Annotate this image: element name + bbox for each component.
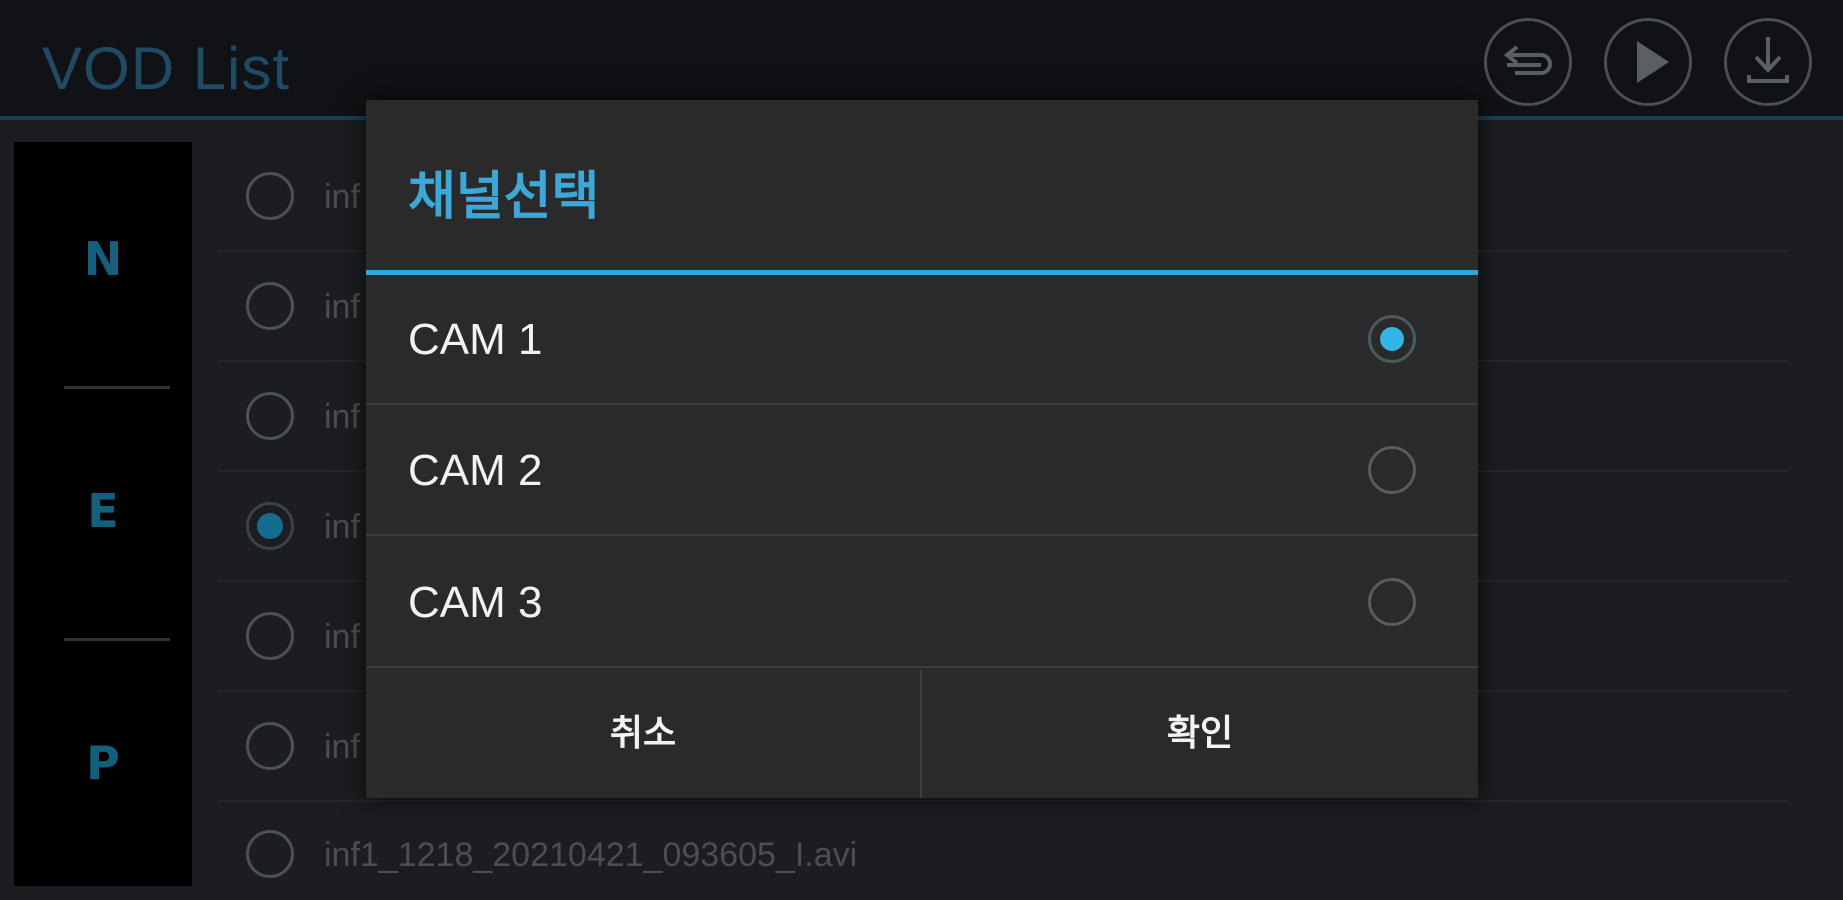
list-item-filename: inf <box>324 618 360 656</box>
list-item[interactable]: inf1_1218_20210421_093605_I.avi <box>218 798 1788 900</box>
return-button[interactable] <box>1484 18 1572 106</box>
list-item-radio[interactable] <box>246 722 294 770</box>
channel-option-label: CAM 3 <box>408 578 543 627</box>
channel-option-label: CAM 1 <box>408 315 543 364</box>
list-item-filename: inf <box>324 508 360 546</box>
list-item-radio[interactable] <box>246 172 294 220</box>
list-item-filename: inf <box>324 178 360 216</box>
list-item-filename: inf1_1218_20210421_093605_I.avi <box>324 836 858 874</box>
page-title: VOD List <box>42 35 291 102</box>
sidebar-divider <box>64 386 170 389</box>
channel-option-radio[interactable] <box>1368 578 1416 626</box>
list-item-radio[interactable] <box>246 502 294 550</box>
channel-option-radio[interactable] <box>1368 446 1416 494</box>
channel-option-cam1[interactable]: CAM 1 <box>366 275 1478 405</box>
sidebar-item-normal[interactable]: N <box>14 232 192 286</box>
list-item-filename: inf <box>324 398 360 436</box>
play-icon <box>1637 41 1669 83</box>
channel-option-label: CAM 2 <box>408 446 543 495</box>
dialog-title: 채널선택 <box>408 167 600 227</box>
sidebar-divider <box>64 638 170 641</box>
list-item-radio[interactable] <box>246 830 294 878</box>
download-icon <box>1747 37 1789 83</box>
sidebar-item-parking[interactable]: P <box>14 736 192 790</box>
list-item-radio[interactable] <box>246 392 294 440</box>
list-item-radio[interactable] <box>246 612 294 660</box>
list-item-radio[interactable] <box>246 282 294 330</box>
return-icon <box>1503 45 1552 75</box>
list-item-filename: inf <box>324 728 360 766</box>
list-item-filename: inf <box>324 288 360 326</box>
download-button[interactable] <box>1724 18 1812 106</box>
channel-option-cam3[interactable]: CAM 3 <box>366 538 1478 668</box>
channel-option-cam2[interactable]: CAM 2 <box>366 406 1478 536</box>
sidebar-item-event[interactable]: E <box>14 484 192 538</box>
event-type-sidebar: N E P <box>14 142 192 886</box>
channel-select-dialog: 채널선택 CAM 1 CAM 2 CAM 3 취소 확인 <box>366 100 1478 798</box>
screen: VOD List N E P inf inf inf inf inf inf i… <box>0 0 1843 900</box>
channel-option-radio[interactable] <box>1368 315 1416 363</box>
confirm-button[interactable]: 확인 <box>922 670 1478 798</box>
cancel-button[interactable]: 취소 <box>366 670 920 798</box>
play-button[interactable] <box>1604 18 1692 106</box>
